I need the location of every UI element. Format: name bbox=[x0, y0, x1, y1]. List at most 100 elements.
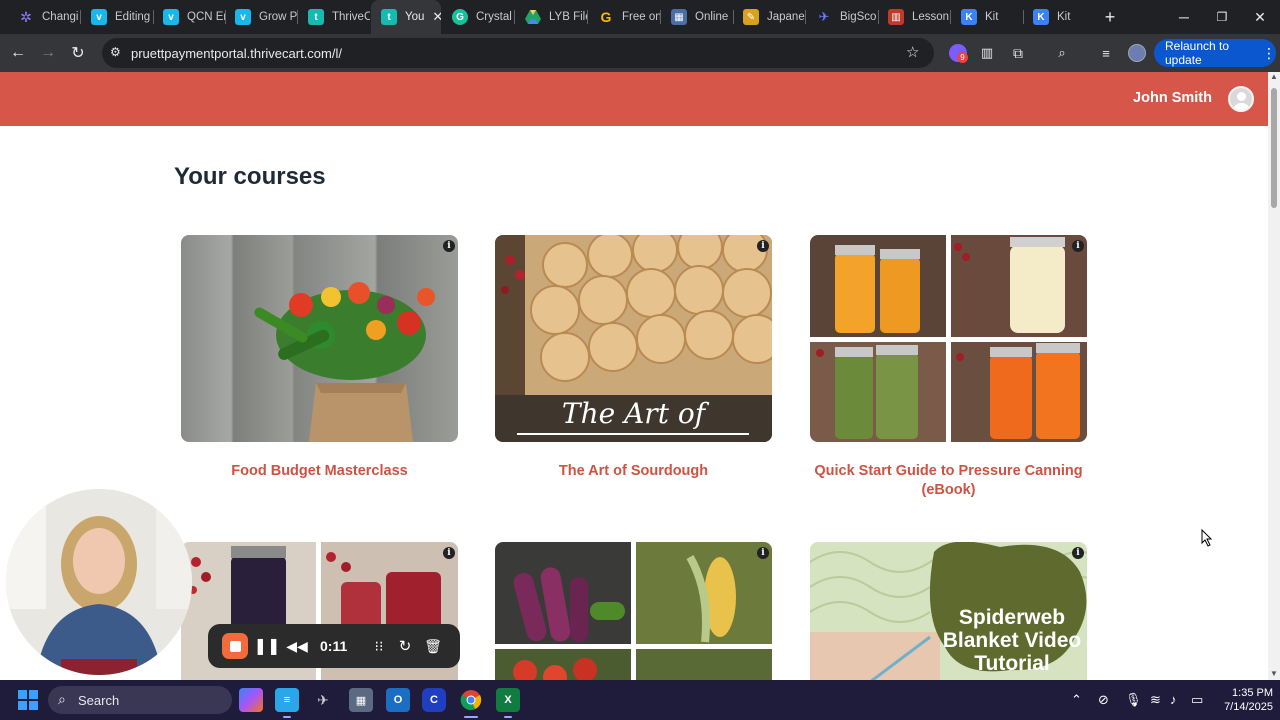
tab-14[interactable]: K Kit bbox=[1023, 0, 1095, 34]
tab-label: Crystal bbox=[476, 11, 512, 23]
rewind-icon[interactable]: ◀◀ bbox=[286, 634, 308, 658]
tab-13[interactable]: K Kit bbox=[951, 0, 1023, 34]
tab-label: Kit bbox=[1057, 11, 1071, 23]
course-title[interactable]: The Art of Sourdough bbox=[495, 462, 772, 481]
forward-icon[interactable]: → bbox=[34, 39, 62, 67]
course-card-image[interactable]: i bbox=[181, 235, 458, 442]
media-controls-icon[interactable]: ≡ bbox=[1092, 39, 1120, 67]
webcam-bubble[interactable] bbox=[6, 489, 192, 675]
system-clock[interactable]: 1:35 PM 7/14/2025 bbox=[1217, 686, 1273, 714]
more-menu-icon[interactable]: ⋮ bbox=[1262, 45, 1276, 62]
tab-12[interactable]: ▥ Lesson bbox=[878, 0, 950, 34]
tray-chevron-icon[interactable]: ⌃ bbox=[1071, 692, 1082, 708]
extension-icon[interactable]: 9 bbox=[944, 39, 972, 67]
tab-9[interactable]: ▦ Online bbox=[661, 0, 733, 34]
course-card-image[interactable]: i bbox=[810, 235, 1087, 442]
explorer-icon[interactable]: ✈ bbox=[311, 688, 335, 712]
info-icon[interactable]: i bbox=[443, 240, 455, 252]
course-card-image[interactable]: i bbox=[495, 542, 772, 680]
delete-icon[interactable]: 🗑 bbox=[424, 634, 442, 658]
bookmark-star-icon[interactable]: ☆ bbox=[906, 43, 919, 61]
close-tab-icon[interactable]: ✕ bbox=[432, 9, 441, 25]
reload-icon[interactable]: ↻ bbox=[64, 39, 92, 67]
info-icon[interactable]: i bbox=[1072, 547, 1084, 559]
tab-4[interactable]: t ThriveC bbox=[298, 0, 370, 34]
clock-time: 1:35 PM bbox=[1232, 687, 1273, 699]
outlook-icon[interactable]: O bbox=[386, 688, 410, 712]
info-icon[interactable]: i bbox=[1072, 240, 1084, 252]
presenter-video bbox=[6, 489, 192, 675]
restore-icon[interactable]: ❐ bbox=[1204, 0, 1240, 34]
clock-date: 7/14/2025 bbox=[1224, 701, 1273, 713]
url-text[interactable]: pruettpaymentportal.thrivecart.com/l/ bbox=[131, 46, 342, 61]
tab-0[interactable]: ✲ Changi bbox=[8, 0, 80, 34]
grid-icon[interactable]: ⁝⁝ bbox=[370, 634, 388, 658]
mouse-cursor-icon bbox=[1201, 529, 1213, 547]
site-settings-icon[interactable]: ⚙ bbox=[110, 45, 121, 59]
tab-label: ThriveC bbox=[332, 11, 370, 23]
tab-5-active[interactable]: t You ✕ bbox=[371, 0, 441, 34]
search-icon: ⌕ bbox=[58, 691, 66, 707]
microphone-icon[interactable]: 🎙 bbox=[1125, 692, 1142, 708]
user-name[interactable]: John Smith bbox=[1133, 90, 1212, 106]
vimeo-icon: v bbox=[163, 9, 179, 25]
course-title[interactable]: Food Budget Masterclass bbox=[181, 462, 458, 481]
calculator-icon[interactable]: ▦ bbox=[349, 688, 373, 712]
tab-label: You bbox=[405, 11, 425, 23]
reading-mode-icon[interactable]: ▥ bbox=[973, 39, 1001, 67]
course-card-image[interactable]: The Art of i bbox=[495, 235, 772, 442]
excel-icon[interactable]: X bbox=[496, 688, 520, 712]
tab-label: Online bbox=[695, 11, 729, 23]
tab-6[interactable]: G Crystal bbox=[442, 0, 514, 34]
extensions-puzzle-icon[interactable]: ⧉ bbox=[1004, 39, 1032, 67]
screen-search-icon[interactable]: ⌕ bbox=[1048, 39, 1076, 67]
wifi-icon[interactable]: ≋ bbox=[1150, 692, 1161, 708]
tab-3[interactable]: v Grow P bbox=[225, 0, 297, 34]
minimize-icon[interactable]: ─ bbox=[1166, 0, 1202, 34]
volume-icon[interactable]: ♪ bbox=[1170, 692, 1177, 707]
screen-recorder-toolbar: ❚❚ ◀◀ 0:11 ⁝⁝ ↻ 🗑 bbox=[208, 624, 460, 668]
scroll-up-arrow-icon[interactable]: ▲ bbox=[1270, 72, 1278, 81]
back-icon[interactable]: ← bbox=[4, 39, 32, 67]
course-title[interactable]: Quick Start Guide to Pressure Canning (e… bbox=[810, 462, 1087, 500]
copilot-icon[interactable] bbox=[239, 688, 263, 712]
profile-avatar-icon[interactable] bbox=[1123, 39, 1151, 67]
scroll-down-arrow-icon[interactable]: ▼ bbox=[1270, 669, 1278, 678]
page-title: Your courses bbox=[174, 163, 326, 190]
notepad-icon[interactable]: ≡ bbox=[275, 688, 299, 712]
info-icon[interactable]: i bbox=[757, 547, 769, 559]
tab-8[interactable]: G Free on bbox=[588, 0, 660, 34]
battery-icon[interactable]: ▭ bbox=[1191, 692, 1203, 708]
taskbar-search-box[interactable]: ⌕ Search bbox=[48, 686, 232, 714]
restart-icon[interactable]: ↻ bbox=[396, 634, 414, 658]
tab-label: Free on bbox=[622, 11, 660, 23]
tab-2[interactable]: v QCN Er bbox=[153, 0, 225, 34]
windows-start-icon[interactable] bbox=[16, 688, 40, 712]
camtasia-icon[interactable]: C bbox=[422, 688, 446, 712]
tab-11[interactable]: ✈ BigSco bbox=[806, 0, 878, 34]
pause-icon[interactable]: ❚❚ bbox=[254, 634, 281, 658]
network-offline-icon[interactable]: ⊘ bbox=[1098, 692, 1109, 708]
chrome-icon[interactable] bbox=[459, 688, 483, 712]
stop-recording-button[interactable] bbox=[222, 633, 248, 659]
course-card-image[interactable]: Spiderweb Blanket Video Tutorial i bbox=[810, 542, 1087, 680]
vimeo-icon: v bbox=[91, 9, 107, 25]
close-window-icon[interactable]: ✕ bbox=[1242, 0, 1278, 34]
new-tab-icon[interactable]: + bbox=[1092, 0, 1128, 34]
kit-icon: K bbox=[961, 9, 977, 25]
browser-tab-strip: ✲ Changi v Editing v QCN Er v Grow P t T… bbox=[0, 0, 1280, 34]
relaunch-to-update-button[interactable]: Relaunch to update ⋮ bbox=[1154, 39, 1276, 67]
page-scrollbar[interactable]: ▲ ▼ bbox=[1268, 72, 1280, 680]
address-bar[interactable]: ⚙ pruettpaymentportal.thrivecart.com/l/ … bbox=[102, 38, 934, 68]
scroll-thumb[interactable] bbox=[1271, 88, 1277, 208]
info-icon[interactable]: i bbox=[443, 547, 455, 559]
tab-7[interactable]: LYB File bbox=[515, 0, 587, 34]
spiderweb-overlay-text: Spiderweb Blanket Video Tutorial bbox=[942, 606, 1082, 675]
tab-10[interactable]: ✎ Japane bbox=[733, 0, 805, 34]
user-avatar[interactable] bbox=[1228, 86, 1254, 112]
tab-1[interactable]: v Editing bbox=[81, 0, 153, 34]
info-icon[interactable]: i bbox=[757, 240, 769, 252]
g-icon: G bbox=[600, 9, 612, 25]
vimeo-icon: v bbox=[235, 9, 251, 25]
book-icon: ▥ bbox=[888, 9, 904, 25]
